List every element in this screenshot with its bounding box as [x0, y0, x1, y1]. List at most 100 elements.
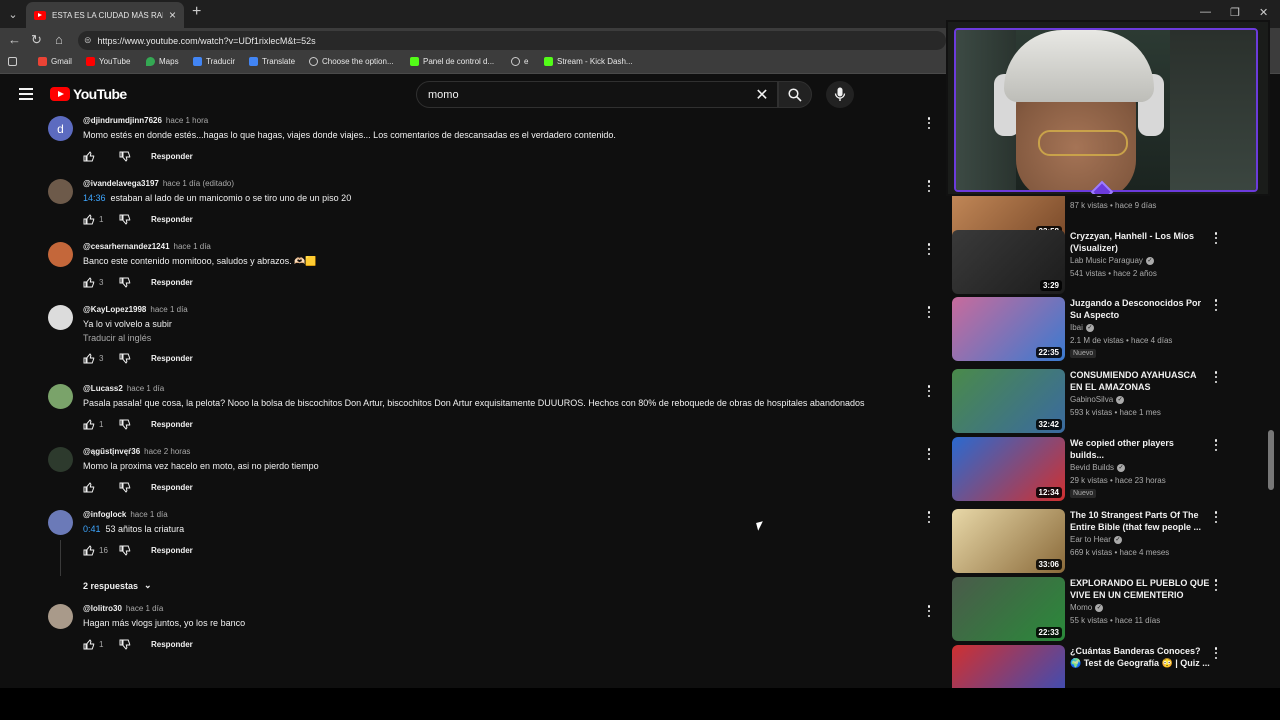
comment-author[interactable]: @djindrumdjinn7626 [83, 116, 162, 125]
video-more-icon[interactable] [1212, 299, 1220, 311]
video-more-icon[interactable] [1212, 371, 1220, 383]
back-arrow-icon[interactable]: ← [8, 32, 21, 47]
avatar[interactable] [48, 510, 73, 535]
video-more-icon[interactable] [1212, 511, 1220, 523]
reply-button[interactable]: Responder [151, 152, 193, 161]
reload-icon[interactable]: ↻ [31, 32, 42, 48]
reply-button[interactable]: Responder [151, 354, 193, 363]
reply-button[interactable]: Responder [151, 640, 193, 649]
reply-button[interactable]: Responder [151, 278, 193, 287]
video-title[interactable]: We copied other players builds... [1070, 437, 1210, 461]
comment-author[interactable]: @ągŭstįnvęŕ36 [83, 447, 140, 456]
video-channel[interactable]: Lab Music Paraguay ✓ [1070, 256, 1154, 265]
video-thumbnail[interactable]: 22:33 [952, 577, 1065, 641]
related-video-card[interactable]: 22:35 Juzgando a Desconocidos Por Su Aspe… [952, 297, 1252, 367]
comment-author[interactable]: @ivandelavega3197 [83, 179, 159, 188]
reply-button[interactable]: Responder [151, 546, 193, 555]
comment-time[interactable]: hace 2 horas [144, 447, 190, 456]
address-bar[interactable]: ⊜ https://www.youtube.com/watch?v=UDf1ri… [78, 31, 946, 50]
reply-button[interactable]: Responder [151, 215, 193, 224]
video-channel[interactable]: GabinoSilva ✓ [1070, 395, 1125, 404]
youtube-logo[interactable]: YouTube [50, 86, 127, 102]
comment-author[interactable]: @cesarhernandez1241 [83, 242, 170, 251]
comment-more-icon[interactable] [924, 447, 934, 461]
related-video-card[interactable]: 32:42 CONSUMIENDO AYAHUASCA EN EL AMAZONA… [952, 369, 1252, 439]
dislike-icon[interactable] [119, 353, 131, 364]
comment-time[interactable]: hace 1 hora [166, 116, 208, 125]
video-thumbnail[interactable]: 3:29 [952, 230, 1065, 294]
dislike-icon[interactable] [119, 214, 131, 225]
avatar[interactable] [48, 179, 73, 204]
comment-more-icon[interactable] [924, 116, 934, 130]
avatar[interactable] [48, 305, 73, 330]
dislike-icon[interactable] [119, 277, 131, 288]
video-title[interactable]: CONSUMIENDO AYAHUASCA EN EL AMAZONAS [1070, 369, 1210, 393]
avatar[interactable]: d [48, 116, 73, 141]
related-video-card[interactable]: 22:33 EXPLORANDO EL PUEBLO QUE VIVE EN UN… [952, 577, 1252, 647]
comment-more-icon[interactable] [924, 305, 934, 319]
like-icon[interactable] [83, 639, 95, 650]
bookmark-e[interactable]: e [511, 57, 528, 66]
comment-more-icon[interactable] [924, 384, 934, 398]
replies-toggle[interactable]: 2 respuestas ⌄ [83, 580, 152, 591]
like-icon[interactable] [83, 482, 95, 493]
comment-timestamp-link[interactable]: 0:41 [83, 524, 101, 534]
video-thumbnail[interactable]: 32:42 [952, 369, 1065, 433]
bookmark-kick-stream[interactable]: Stream - Kick Dash... [544, 57, 633, 66]
comment-time[interactable]: hace 1 día [150, 305, 187, 314]
dislike-icon[interactable] [119, 545, 131, 556]
minimize-icon[interactable]: — [1200, 6, 1211, 18]
comment-author[interactable]: @Lucass2 [83, 384, 123, 393]
scrollbar-thumb[interactable] [1268, 430, 1274, 490]
like-icon[interactable] [83, 277, 95, 288]
comment-more-icon[interactable] [924, 179, 934, 193]
dislike-icon[interactable] [119, 151, 131, 162]
dislike-icon[interactable] [119, 482, 131, 493]
video-title[interactable]: Juzgando a Desconocidos Por Su Aspecto [1070, 297, 1210, 321]
home-icon[interactable]: ⌂ [55, 32, 63, 47]
tab-close-icon[interactable]: × [169, 8, 176, 22]
comment-time[interactable]: hace 1 día [174, 242, 211, 251]
video-thumbnail[interactable]: 33:06 [952, 509, 1065, 573]
video-thumbnail[interactable]: 12:34 [952, 437, 1065, 501]
like-icon[interactable] [83, 214, 95, 225]
video-title[interactable]: ¿Cuántas Banderas Conoces? 🌍 Test de Geo… [1070, 645, 1210, 669]
bookmark-gmail[interactable]: Gmail [38, 57, 72, 66]
window-close-icon[interactable]: ✕ [1259, 6, 1268, 19]
avatar[interactable] [48, 604, 73, 629]
bookmark-panel-control[interactable]: Panel de control d... [410, 57, 494, 66]
comment-time[interactable]: hace 1 día [130, 510, 167, 519]
comment-author[interactable]: @infoglock [83, 510, 126, 519]
comment-more-icon[interactable] [924, 604, 934, 618]
page-scrollbar[interactable] [1268, 192, 1276, 688]
bookmark-translate[interactable]: Translate [249, 57, 295, 66]
video-channel[interactable]: Ear to Hear ✓ [1070, 535, 1122, 544]
reply-button[interactable]: Responder [151, 420, 193, 429]
video-title[interactable]: The 10 Strangest Parts Of The Entire Bib… [1070, 509, 1210, 533]
video-title[interactable]: EXPLORANDO EL PUEBLO QUE VIVE EN UN CEME… [1070, 577, 1210, 601]
like-icon[interactable] [83, 419, 95, 430]
tab-active[interactable]: ESTA ES LA CIUDAD MÁS RARA DE × [26, 2, 184, 28]
video-more-icon[interactable] [1212, 579, 1220, 591]
site-info-icon[interactable]: ⊜ [84, 35, 92, 46]
related-video-card[interactable]: 33:06 The 10 Strangest Parts Of The Entir… [952, 509, 1252, 579]
comment-time[interactable]: hace 1 día (editado) [163, 179, 234, 188]
new-tab-plus-icon[interactable]: + [192, 3, 201, 21]
related-video-card[interactable]: 3:29 Cryzzyan, Hanhell - Los Míos (Visual… [952, 230, 1252, 300]
video-channel[interactable]: Ibai ✓ [1070, 323, 1094, 332]
comment-more-icon[interactable] [924, 242, 934, 256]
related-video-card[interactable]: 12:34 We copied other players builds... Be… [952, 437, 1252, 507]
like-icon[interactable] [83, 353, 95, 364]
avatar[interactable] [48, 242, 73, 267]
translate-link[interactable]: Traducir al inglés [83, 333, 151, 343]
comment-author[interactable]: @lolitro30 [83, 604, 122, 613]
dislike-icon[interactable] [119, 419, 131, 430]
video-channel[interactable]: Bevid Builds ✓ [1070, 463, 1126, 472]
video-more-icon[interactable] [1212, 647, 1220, 659]
like-icon[interactable] [83, 545, 95, 556]
comment-time[interactable]: hace 1 día [126, 604, 163, 613]
video-more-icon[interactable] [1212, 439, 1220, 451]
video-channel[interactable]: Momo✓ [1070, 603, 1104, 612]
search-input[interactable]: momo ✕ [416, 81, 778, 108]
video-more-icon[interactable] [1212, 232, 1220, 244]
